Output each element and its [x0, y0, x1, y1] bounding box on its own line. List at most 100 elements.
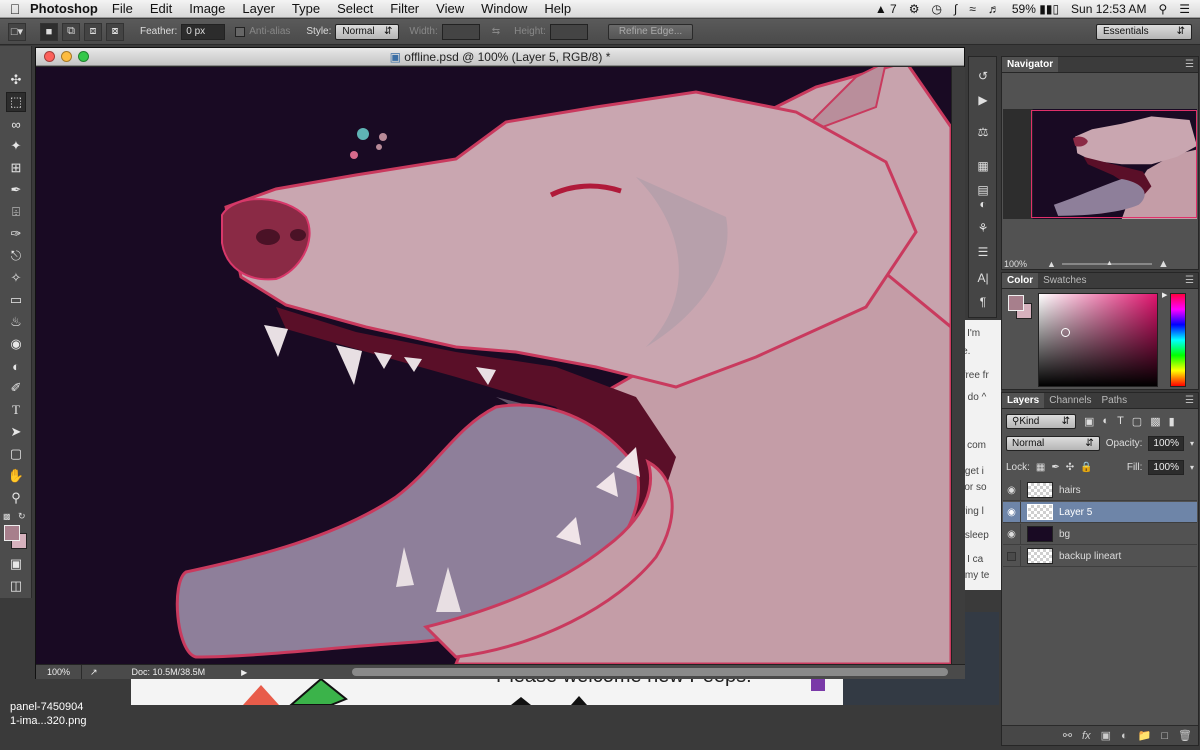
- volume-icon[interactable]: ♬: [988, 2, 1000, 16]
- character-panel-icon[interactable]: A|: [973, 269, 993, 287]
- tab-navigator[interactable]: Navigator: [1002, 57, 1058, 72]
- filter-adjustment-icon[interactable]: ◐: [1102, 415, 1109, 427]
- app-menu[interactable]: Photoshop: [30, 1, 98, 16]
- layer-row-backup-lineart[interactable]: backup lineart: [1003, 546, 1197, 567]
- fill-field[interactable]: 100%: [1148, 460, 1184, 475]
- width-input[interactable]: [442, 24, 480, 40]
- style-select[interactable]: Normal ⇵: [335, 24, 399, 40]
- zoom-slider[interactable]: ▲: [1062, 263, 1152, 265]
- hand-tool-icon[interactable]: ✋: [6, 466, 26, 486]
- brush-tool-icon[interactable]: ✑: [6, 224, 26, 244]
- layer-row-layer-5[interactable]: ◉ Layer 5: [1003, 502, 1197, 523]
- history-panel-icon[interactable]: ↺: [973, 67, 993, 85]
- opacity-field[interactable]: 100%: [1148, 436, 1184, 451]
- adjustments-icon[interactable]: ◐: [973, 195, 993, 213]
- menu-type[interactable]: Type: [292, 1, 320, 16]
- notification-icon[interactable]: ⚙: [909, 2, 920, 16]
- vertical-scrollbar[interactable]: [951, 67, 965, 664]
- bluetooth-icon[interactable]: ∫: [954, 2, 957, 16]
- layer-row-bg[interactable]: ◉ bg: [1003, 524, 1197, 545]
- actions-panel-icon[interactable]: ▶: [973, 91, 993, 109]
- blend-mode-select[interactable]: Normal ⇵: [1006, 436, 1100, 451]
- clone-stamp-icon[interactable]: ⎋: [6, 246, 26, 266]
- menu-window[interactable]: Window: [481, 1, 527, 16]
- zoom-in-icon[interactable]: ▲: [1158, 258, 1169, 270]
- pen-tool-icon[interactable]: ✐: [6, 378, 26, 398]
- menu-edit[interactable]: Edit: [150, 1, 172, 16]
- crop-tool-icon[interactable]: ⊞: [6, 158, 26, 178]
- panel-menu-icon[interactable]: ☰: [1185, 57, 1198, 72]
- notification-center-icon[interactable]: ☰: [1179, 2, 1190, 16]
- foreground-color-swatch[interactable]: [4, 525, 20, 541]
- canvas[interactable]: [36, 67, 951, 664]
- desktop-file-label[interactable]: panel-7450904 1-ima...320.png: [10, 700, 86, 728]
- default-colors-icon[interactable]: ▩: [3, 512, 11, 521]
- height-input[interactable]: [550, 24, 588, 40]
- magic-wand-icon[interactable]: ✦: [6, 136, 26, 156]
- feather-input[interactable]: 0 px: [181, 24, 225, 40]
- status-menu-arrow-icon[interactable]: ▶: [241, 668, 247, 677]
- delete-layer-icon[interactable]: 🗑: [1178, 729, 1192, 742]
- tab-channels[interactable]: Channels: [1044, 393, 1096, 408]
- visibility-eye-icon[interactable]: ◉: [1003, 502, 1021, 523]
- zoom-window-button[interactable]: [78, 51, 89, 62]
- lock-all-icon[interactable]: 🔒: [1080, 462, 1092, 473]
- layer-mask-icon[interactable]: ▣: [1101, 729, 1111, 742]
- paint-bucket-icon[interactable]: ♨: [6, 312, 26, 332]
- properties-icon[interactable]: ☰: [973, 243, 993, 261]
- tab-layers[interactable]: Layers: [1002, 393, 1044, 408]
- screen-mode-icon[interactable]: ◫: [6, 576, 26, 596]
- tool-preset-picker[interactable]: □▾: [8, 23, 26, 41]
- antialias-checkbox[interactable]: [235, 27, 245, 37]
- battery-status[interactable]: 59% ▮▮▯: [1012, 2, 1059, 16]
- opacity-dropdown-icon[interactable]: ▾: [1190, 439, 1194, 448]
- menu-file[interactable]: File: [112, 1, 133, 16]
- adobe-icon[interactable]: ▲ 7: [875, 2, 897, 16]
- type-tool-icon[interactable]: T: [6, 400, 26, 420]
- menu-view[interactable]: View: [436, 1, 464, 16]
- dodge-tool-icon[interactable]: ◐: [6, 356, 26, 376]
- path-selection-icon[interactable]: ➤: [6, 422, 26, 442]
- eyedropper-icon[interactable]: ✒: [6, 180, 26, 200]
- lock-transparent-icon[interactable]: ▦: [1036, 462, 1045, 473]
- refine-edge-button[interactable]: Refine Edge...: [608, 24, 693, 40]
- menu-layer[interactable]: Layer: [242, 1, 275, 16]
- add-selection-icon[interactable]: ⧉: [62, 23, 80, 41]
- menu-help[interactable]: Help: [544, 1, 571, 16]
- lock-image-icon[interactable]: ✒: [1051, 462, 1059, 473]
- eraser-tool-icon[interactable]: ▭: [6, 290, 26, 310]
- hue-slider-handle-icon[interactable]: ▶: [1162, 291, 1167, 299]
- filter-pixel-icon[interactable]: ▣: [1084, 415, 1094, 428]
- panel-menu-icon[interactable]: ☰: [1185, 393, 1198, 408]
- filter-shape-icon[interactable]: ▢: [1132, 415, 1142, 428]
- filter-toggle-icon[interactable]: ▮: [1169, 415, 1175, 428]
- zoom-tool-icon[interactable]: ⚲: [6, 488, 26, 508]
- horizontal-scrollbar[interactable]: [352, 668, 948, 676]
- brush-presets-icon[interactable]: ⚖: [973, 123, 993, 141]
- layer-style-icon[interactable]: fx: [1082, 730, 1091, 742]
- blur-tool-icon[interactable]: ◉: [6, 334, 26, 354]
- styles-icon[interactable]: ⚘: [973, 219, 993, 237]
- new-layer-icon[interactable]: □: [1161, 730, 1168, 742]
- navigator-zoom-field[interactable]: 100%: [1004, 259, 1027, 269]
- navigator-view-box[interactable]: [1031, 110, 1197, 218]
- new-group-icon[interactable]: 📁: [1138, 729, 1152, 742]
- menu-image[interactable]: Image: [189, 1, 225, 16]
- marquee-tool-icon[interactable]: ⬚: [6, 92, 26, 112]
- tab-color[interactable]: Color: [1002, 273, 1038, 288]
- close-window-button[interactable]: [44, 51, 55, 62]
- panel-foreground-swatch[interactable]: [1008, 295, 1024, 311]
- filter-smart-object-icon[interactable]: ▩: [1150, 415, 1160, 428]
- clone-source-icon[interactable]: ▦: [973, 157, 993, 175]
- adjustment-layer-icon[interactable]: ◐: [1121, 730, 1128, 742]
- fill-dropdown-icon[interactable]: ▾: [1190, 463, 1194, 472]
- export-icon[interactable]: ↗: [90, 667, 98, 678]
- zoom-out-icon[interactable]: ▲: [1047, 259, 1056, 269]
- spotlight-icon[interactable]: ⚲: [1158, 2, 1167, 16]
- new-selection-icon[interactable]: ■: [40, 23, 58, 41]
- hue-slider[interactable]: [1170, 293, 1186, 387]
- menu-select[interactable]: Select: [337, 1, 373, 16]
- zoom-slider-handle[interactable]: ▲: [1106, 260, 1113, 267]
- layer-filter-select[interactable]: ⚲Kind ⇵: [1006, 414, 1076, 429]
- filter-type-icon[interactable]: T: [1117, 415, 1124, 427]
